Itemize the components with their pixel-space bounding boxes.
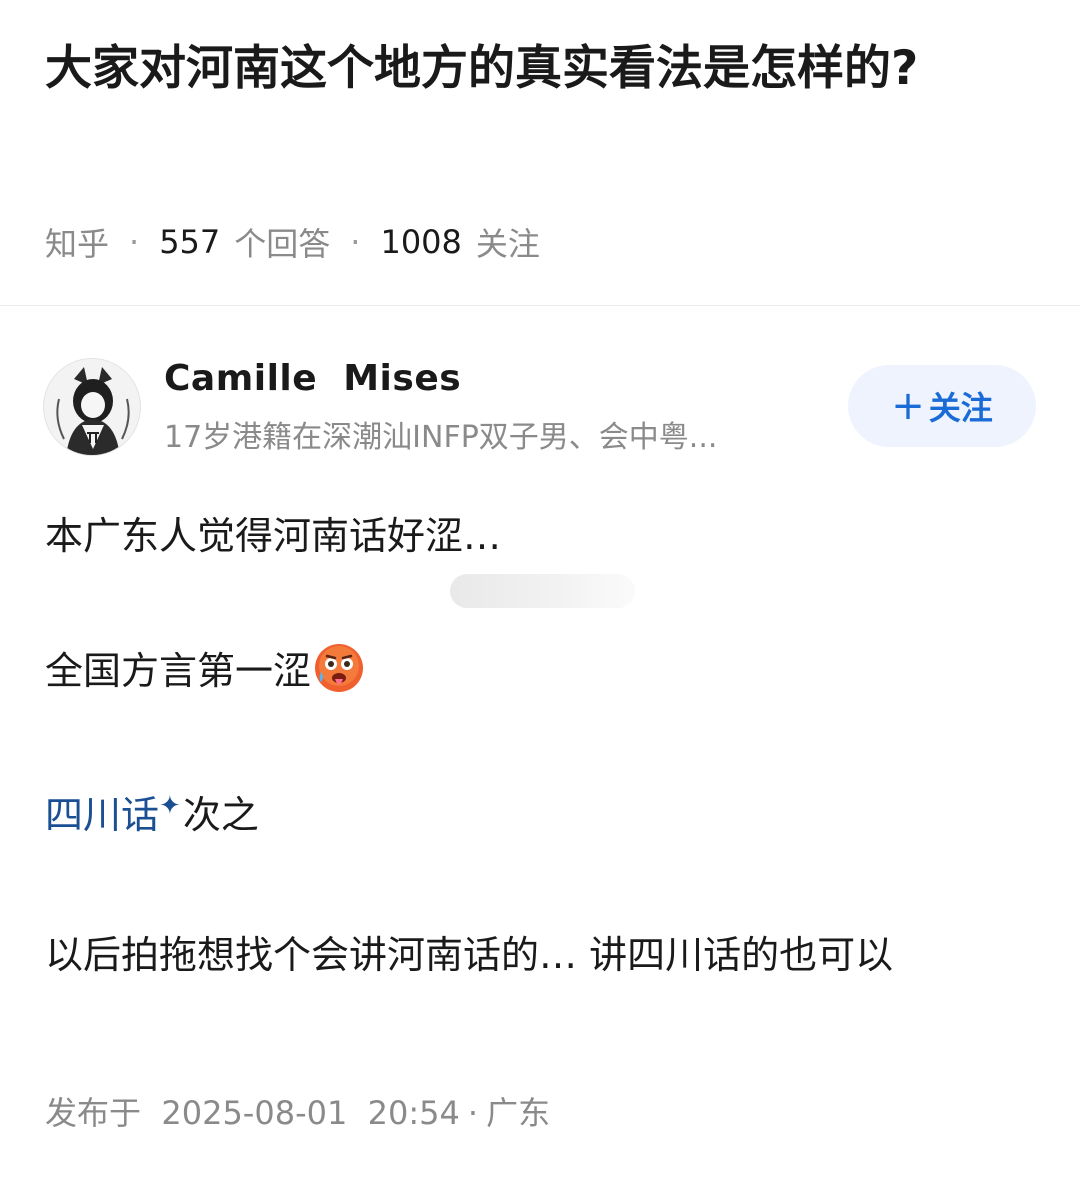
- question-card: 大家对河南这个地方的真实看法是怎样的? 知乎 · 557 个回答 · 1008 …: [0, 0, 1080, 306]
- keyword-link-sichuanhua[interactable]: 四川话: [45, 793, 159, 837]
- author-bio: 17岁港籍在深潮汕INFP双子男、会中粤...: [164, 420, 718, 455]
- meta-separator: ·: [350, 223, 361, 261]
- answer-paragraph-3: 四川话✦次之: [45, 778, 259, 843]
- publish-date: 2025-08-01: [161, 1094, 348, 1132]
- follow-button-label: 关注: [928, 389, 993, 427]
- publish-location: 广东: [486, 1094, 551, 1132]
- answer-paragraph-3-text: 次之: [182, 793, 259, 837]
- follow-button[interactable]: + 关注: [848, 365, 1036, 447]
- question-meta: 知乎 · 557 个回答 · 1008 关注: [45, 218, 540, 266]
- avatar[interactable]: [43, 358, 141, 456]
- answer-paragraph-1: 本广东人觉得河南话好涩…: [45, 514, 502, 558]
- publish-time: 20:54: [367, 1094, 460, 1132]
- follow-count-label: 关注: [475, 225, 540, 263]
- plus-icon: +: [891, 383, 925, 429]
- answer-paragraph-4: 以后拍拖想找个会讲河南话的… 讲四川话的也可以: [45, 933, 894, 977]
- hot-face-emoji-icon: [315, 644, 364, 692]
- avatar-image: [44, 359, 140, 455]
- watermark: [450, 574, 635, 608]
- answer-paragraph-2: 全国方言第一涩: [45, 642, 365, 699]
- source-label[interactable]: 知乎: [45, 219, 109, 265]
- footer-separator: ·: [467, 1094, 479, 1132]
- answer-paragraph-2-text: 全国方言第一涩: [45, 649, 312, 693]
- question-title[interactable]: 大家对河南这个地方的真实看法是怎样的?: [45, 30, 1005, 107]
- answer-count: 557: [159, 223, 221, 261]
- sparkle-icon: ✦: [159, 791, 181, 821]
- published-prefix: 发布于: [45, 1094, 142, 1132]
- meta-separator: ·: [129, 223, 140, 261]
- author-name[interactable]: Camille Mises: [164, 358, 461, 399]
- publish-info: 发布于 2025-08-01 20:54 · 广东: [45, 1088, 550, 1134]
- answer-count-label: 个回答: [234, 225, 331, 263]
- follow-count: 1008: [380, 223, 462, 261]
